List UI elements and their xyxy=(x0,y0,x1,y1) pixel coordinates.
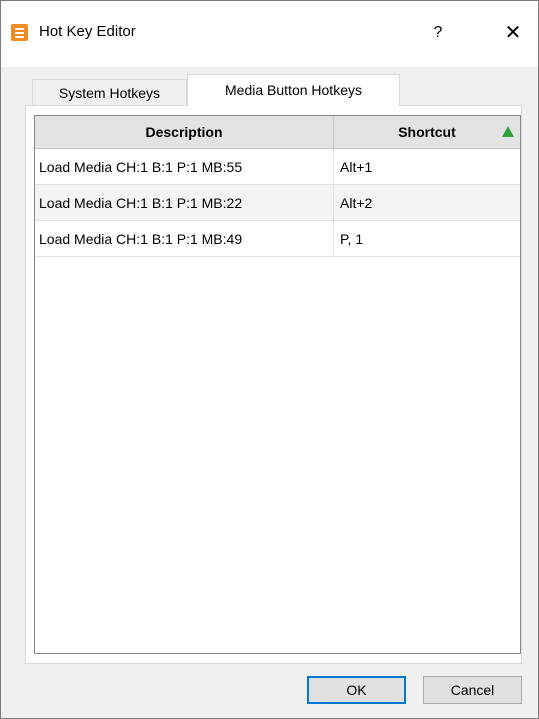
hotkey-table[interactable]: Description Shortcut Load Media CH:1 B:1… xyxy=(34,115,521,654)
table-header: Description Shortcut xyxy=(35,116,520,149)
cell-shortcut: Alt+2 xyxy=(340,195,373,211)
close-icon[interactable]: ✕ xyxy=(493,15,533,51)
column-header-shortcut[interactable]: Shortcut xyxy=(334,116,520,148)
cell-description: Load Media CH:1 B:1 P:1 MB:55 xyxy=(35,149,334,185)
tab-media-button-hotkeys[interactable]: Media Button Hotkeys xyxy=(187,74,400,106)
cell-shortcut: Alt+1 xyxy=(340,159,373,175)
cell-description: Load Media CH:1 B:1 P:1 MB:49 xyxy=(35,221,334,257)
app-icon xyxy=(11,24,28,41)
column-header-shortcut-label: Shortcut xyxy=(398,124,456,140)
sort-ascending-icon xyxy=(502,126,514,137)
window-title: Hot Key Editor xyxy=(39,23,136,40)
cancel-button[interactable]: Cancel xyxy=(423,676,522,704)
table-row[interactable]: Load Media CH:1 B:1 P:1 MB:22 Alt+2 xyxy=(35,185,520,221)
cell-description: Load Media CH:1 B:1 P:1 MB:22 xyxy=(35,185,334,221)
help-button[interactable]: ? xyxy=(420,15,456,51)
tab-system-hotkeys[interactable]: System Hotkeys xyxy=(32,79,187,105)
table-row[interactable]: Load Media CH:1 B:1 P:1 MB:49 P, 1 xyxy=(35,221,520,257)
hot-key-editor-window: Hot Key Editor ? ✕ System Hotkeys Media … xyxy=(0,0,539,719)
ok-button[interactable]: OK xyxy=(307,676,406,704)
table-row[interactable]: Load Media CH:1 B:1 P:1 MB:55 Alt+1 xyxy=(35,149,520,185)
column-header-description[interactable]: Description xyxy=(35,116,334,148)
cell-shortcut: P, 1 xyxy=(340,231,364,247)
title-bar[interactable]: Hot Key Editor ? ✕ xyxy=(1,1,538,67)
